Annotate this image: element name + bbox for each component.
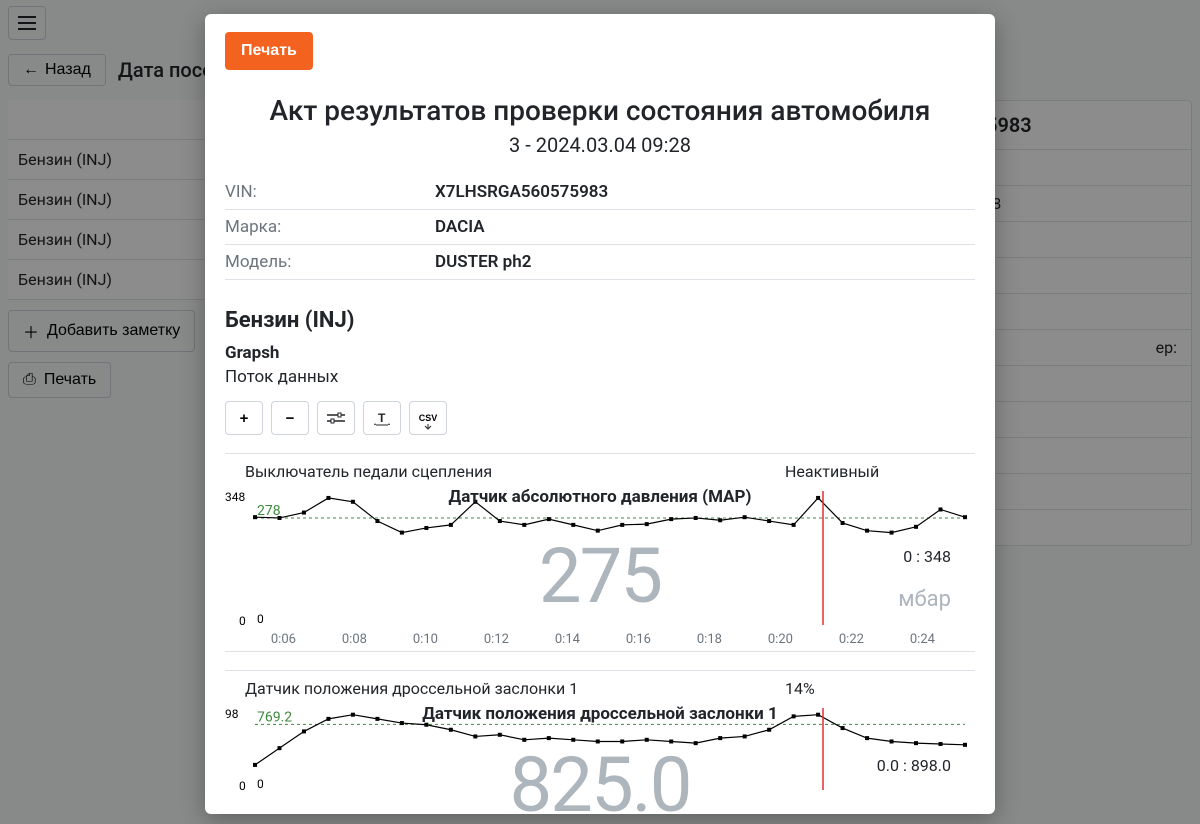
- report-kv-table: VIN: X7LHSRGA560575983 Марка: DACIA Моде…: [225, 175, 975, 280]
- svg-text:0:08: 0:08: [342, 632, 367, 647]
- plus-icon: +: [240, 410, 249, 427]
- chart1-header-left: Выключатель педали сцепления: [245, 462, 785, 481]
- svg-text:0: 0: [239, 614, 246, 628]
- chart1-svg: 348027800:060:080:100:120:140:160:180:20…: [225, 487, 975, 647]
- report-subtitle: 3 - 2024.03.04 09:28: [225, 133, 975, 157]
- zoom-out-button[interactable]: −: [271, 401, 309, 435]
- chart2-overlay-title: Датчик положения дроссельной заслонки 1: [225, 704, 975, 724]
- svg-text:0: 0: [257, 777, 264, 791]
- kv-make-label: Марка:: [225, 210, 435, 245]
- modal-print-button[interactable]: Печать: [225, 32, 313, 70]
- kv-vin-label: VIN:: [225, 175, 435, 210]
- chart2-header-left: Датчик положения дроссельной заслонки 1: [245, 679, 785, 698]
- chart-block-map: Выключатель педали сцепления Неактивный …: [225, 453, 975, 652]
- svg-text:0:14: 0:14: [555, 632, 581, 647]
- section-sub2: Поток данных: [225, 367, 975, 387]
- svg-text:0:10: 0:10: [413, 632, 438, 647]
- svg-text:0:16: 0:16: [626, 632, 651, 647]
- sliders-icon: [327, 412, 345, 424]
- chart1-unit: мбар: [898, 587, 951, 612]
- chart2-body[interactable]: Датчик положения дроссельной заслонки 1 …: [225, 704, 975, 794]
- chart-block-throttle: Датчик положения дроссельной заслонки 1 …: [225, 670, 975, 798]
- minus-icon: −: [286, 410, 295, 427]
- svg-text:0:20: 0:20: [768, 632, 793, 647]
- svg-text:0:06: 0:06: [271, 632, 296, 647]
- chart1-header-right: Неактивный: [785, 462, 955, 481]
- zoom-in-button[interactable]: +: [225, 401, 263, 435]
- chart-toolbar: + − T CSV: [225, 401, 975, 435]
- svg-text:0:24: 0:24: [910, 632, 936, 647]
- modal-overlay[interactable]: Печать Акт результатов проверки состояни…: [0, 0, 1200, 824]
- report-modal: Печать Акт результатов проверки состояни…: [205, 14, 995, 814]
- section-sub1: Grapsh: [225, 343, 975, 363]
- filter-button[interactable]: [317, 401, 355, 435]
- chart2-range: 0.0 : 898.0: [877, 756, 951, 775]
- text-icon: T: [374, 410, 390, 426]
- kv-make-value: DACIA: [435, 210, 975, 245]
- svg-text:0: 0: [257, 612, 264, 626]
- modal-print-label: Печать: [241, 42, 297, 59]
- svg-text:0:22: 0:22: [839, 632, 864, 647]
- download-icon: [422, 424, 434, 430]
- svg-text:0: 0: [239, 779, 246, 793]
- kv-model-label: Модель:: [225, 245, 435, 280]
- text-tool-button[interactable]: T: [363, 401, 401, 435]
- kv-vin-value: X7LHSRGA560575983: [435, 175, 975, 210]
- report-title: Акт результатов проверки состояния автом…: [225, 94, 975, 127]
- svg-text:0:18: 0:18: [697, 632, 722, 647]
- chart1-overlay-title: Датчик абсолютного давления (MAP): [225, 487, 975, 507]
- csv-label: CSV: [419, 413, 438, 423]
- csv-export-button[interactable]: CSV: [409, 401, 447, 435]
- svg-text:0:12: 0:12: [484, 632, 509, 647]
- chart1-body[interactable]: Датчик абсолютного давления (MAP) 275 0 …: [225, 487, 975, 647]
- section-title: Бензин (INJ): [225, 308, 975, 333]
- svg-text:T: T: [378, 411, 386, 425]
- chart1-range: 0 : 348: [903, 547, 951, 566]
- kv-model-value: DUSTER ph2: [435, 245, 975, 280]
- chart2-header-right: 14%: [785, 679, 955, 698]
